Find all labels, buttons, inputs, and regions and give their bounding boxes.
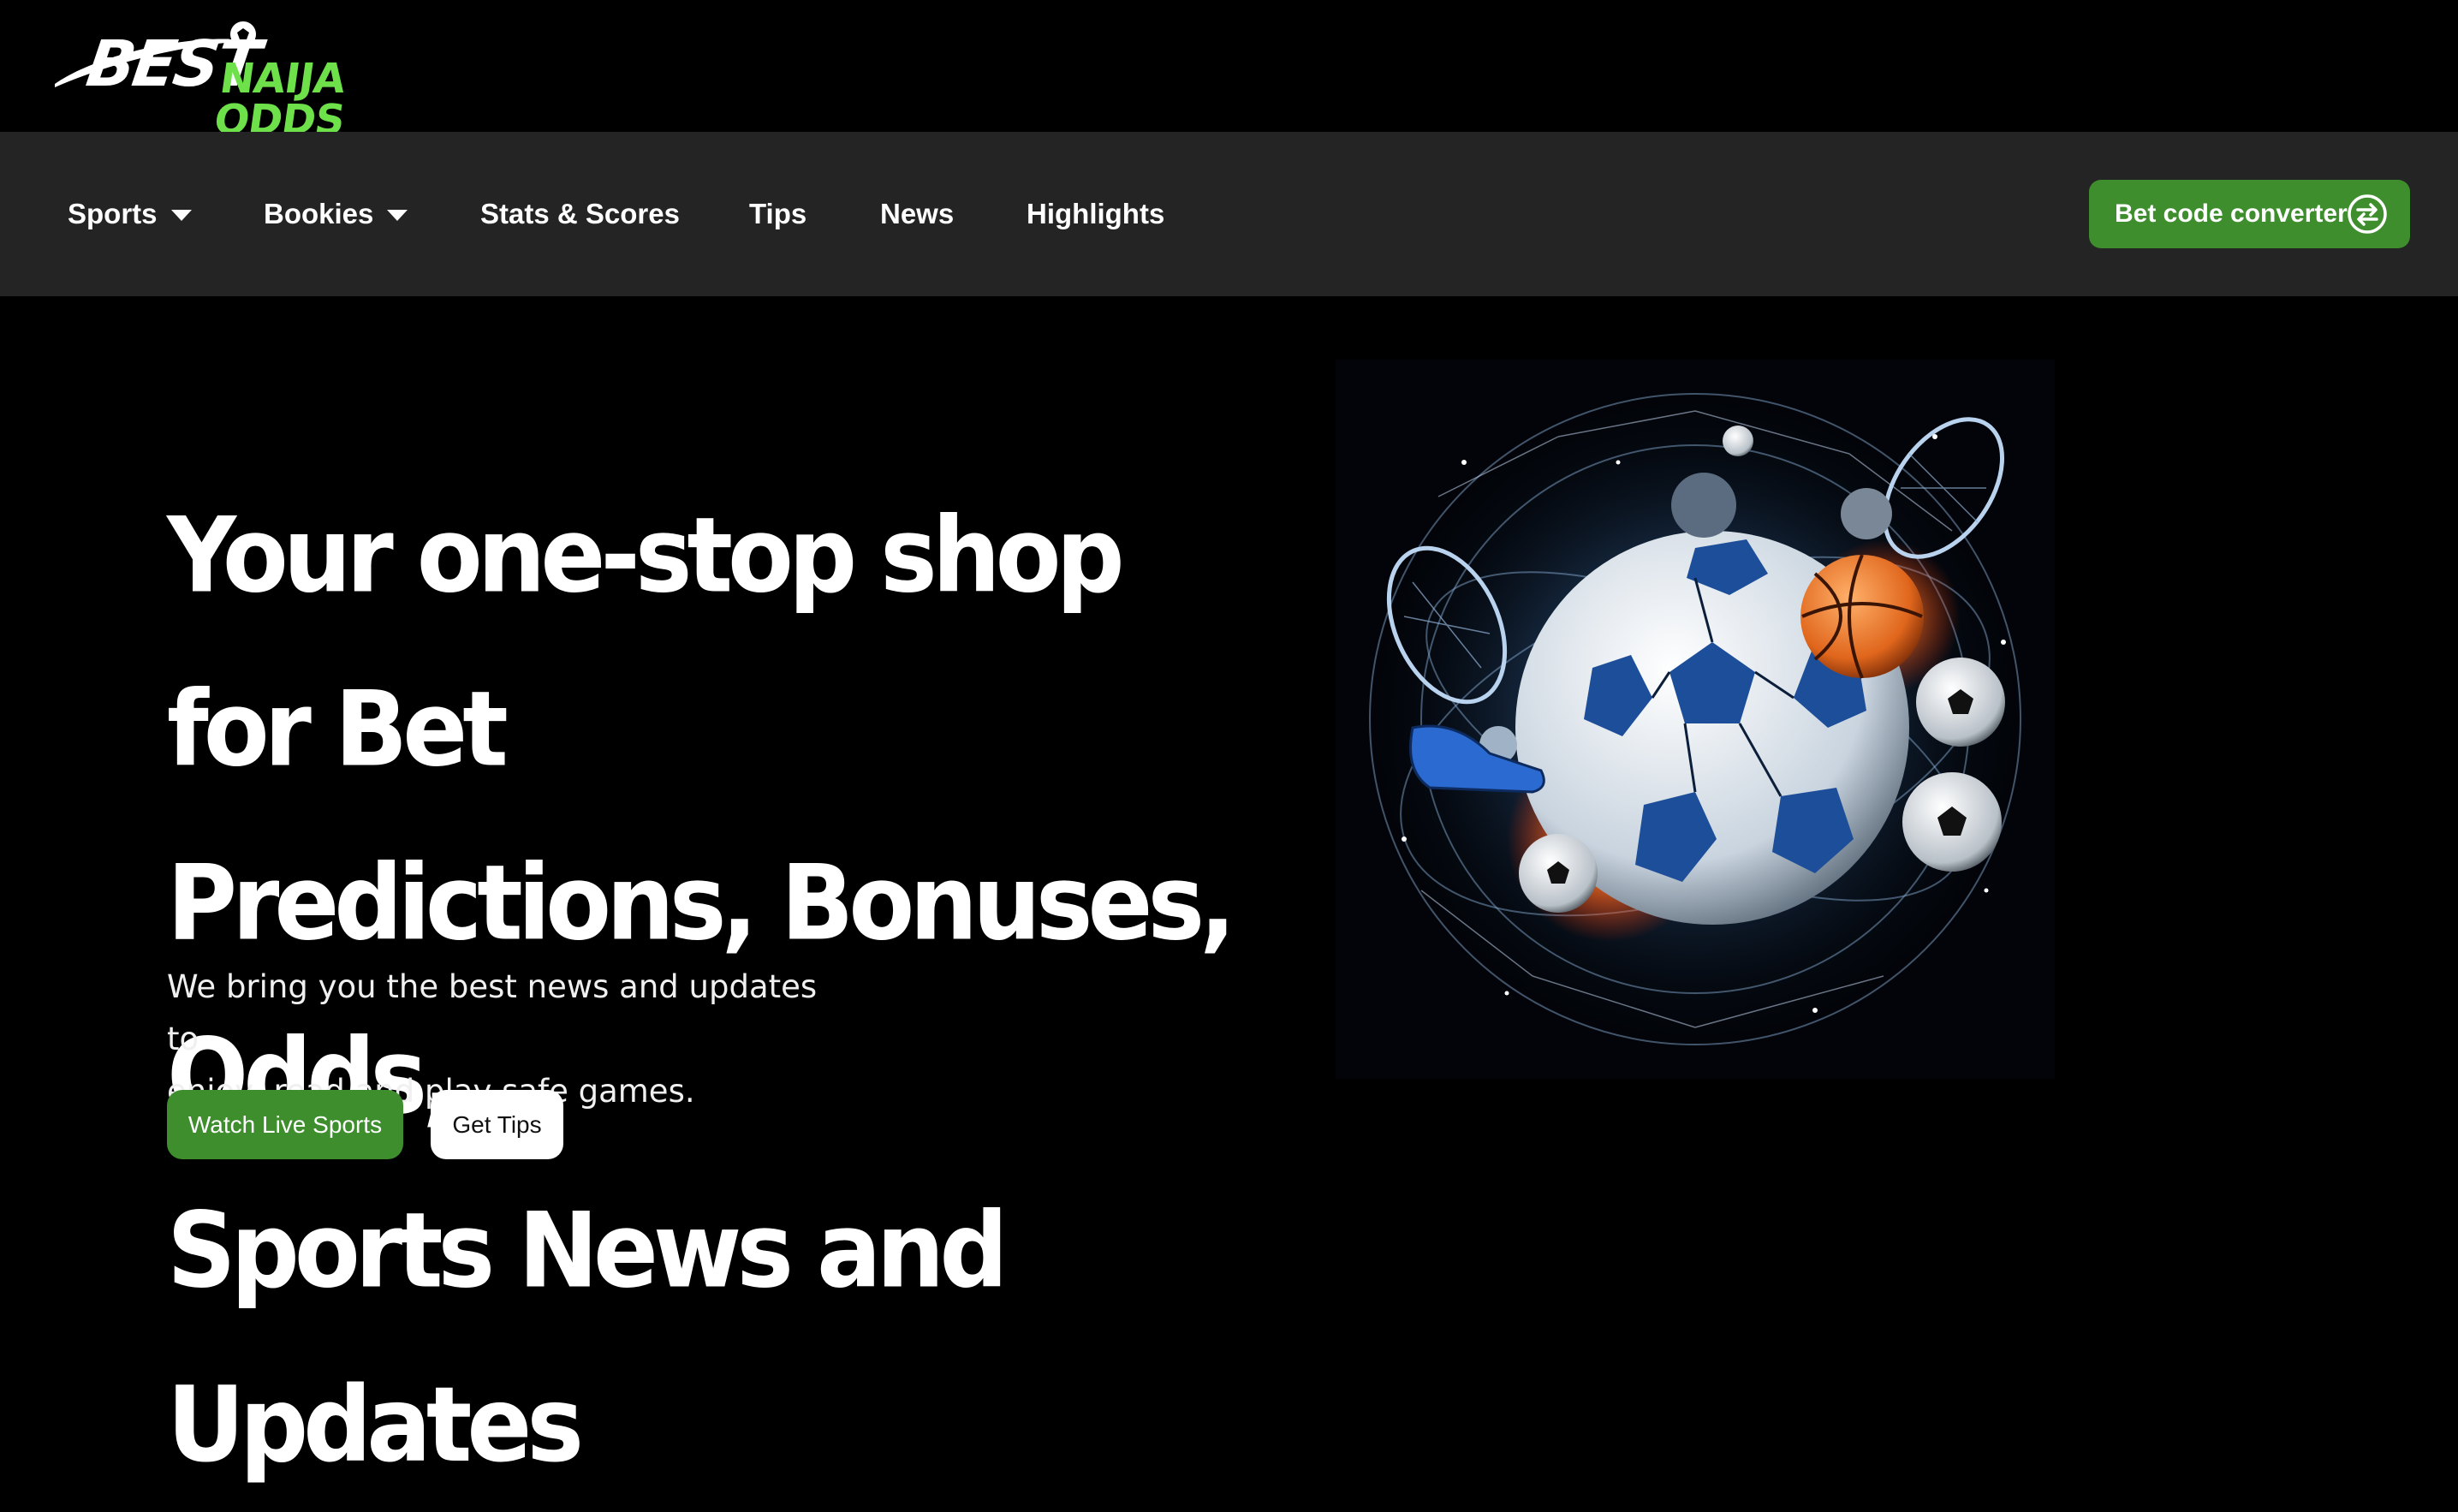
nav-label-tips: Tips [749, 198, 807, 229]
bet-code-converter-button[interactable]: Bet code converter [2089, 180, 2410, 248]
hero-sports-image [1336, 360, 2055, 1079]
nav-label-sports: Sports [68, 198, 158, 229]
hero-title-line: Sports News and Updates [167, 1191, 1009, 1485]
main-navbar: Sports Bookies Stats & Scores Tips News … [0, 132, 2458, 296]
nav-label-news: News [880, 198, 955, 229]
swap-arrows-icon [2348, 194, 2387, 234]
hero-title-line: Your one-stop shop for Bet [167, 496, 1125, 790]
nav-label-stats-scores: Stats & Scores [480, 198, 680, 229]
nav-item-highlights[interactable]: Highlights [1027, 132, 1164, 296]
nav-item-sports[interactable]: Sports [68, 132, 192, 296]
header-top-bar: BEST NAIJA ODDS [0, 0, 2458, 144]
hero-subtitle-line: We bring you the best news and updates t… [167, 968, 818, 1057]
logo-naija-odds-text: NAIJA ODDS [211, 55, 348, 144]
bet-code-converter-label: Bet code converter [2115, 199, 2348, 228]
get-tips-button[interactable]: Get Tips [431, 1090, 563, 1159]
chevron-down-icon [170, 209, 192, 221]
nav-item-news[interactable]: News [880, 132, 954, 296]
nav-label-bookies: Bookies [264, 198, 374, 229]
nav-item-bookies[interactable]: Bookies [264, 132, 408, 296]
nav-label-highlights: Highlights [1027, 198, 1165, 229]
chevron-down-icon [387, 209, 408, 221]
nav-item-stats-scores[interactable]: Stats & Scores [480, 132, 680, 296]
nav-item-tips[interactable]: Tips [749, 132, 806, 296]
site-logo[interactable]: BEST NAIJA ODDS [53, 15, 430, 144]
watch-live-sports-button[interactable]: Watch Live Sports [167, 1090, 403, 1159]
